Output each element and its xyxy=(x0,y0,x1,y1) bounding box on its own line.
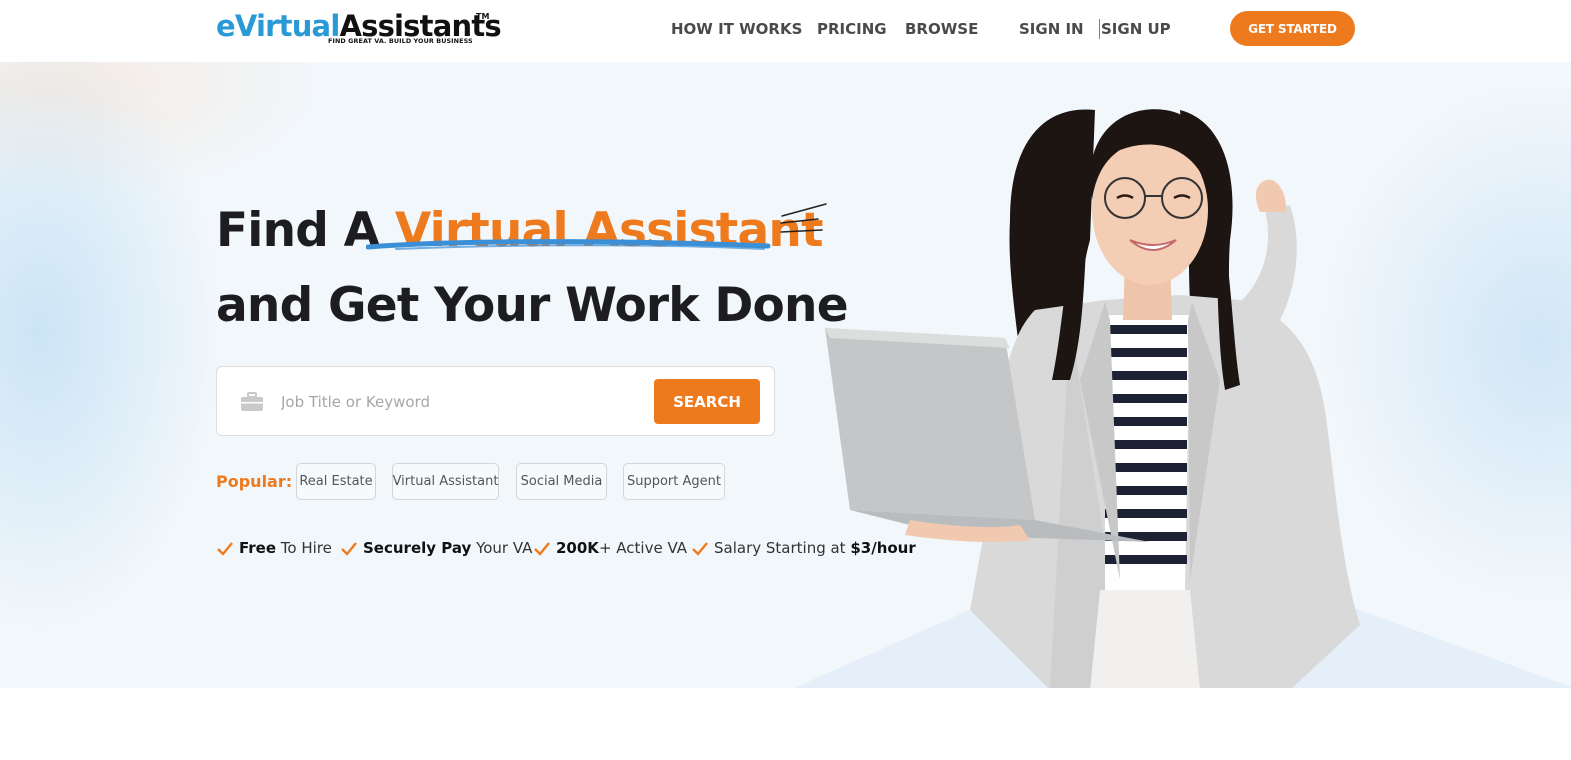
feature-free-to-hire: Free To Hire xyxy=(239,539,332,557)
search-button[interactable]: SEARCH xyxy=(654,379,760,424)
logo[interactable]: eVirtualAssistants TM FIND GREAT VA. BUI… xyxy=(216,8,502,48)
logo-tagline: FIND GREAT VA. BUILD YOUR BUSINESS xyxy=(328,37,473,45)
search-input[interactable] xyxy=(281,389,641,415)
popular-tag-real-estate[interactable]: Real Estate xyxy=(296,463,376,500)
nav-how-it-works[interactable]: HOW IT WORKS xyxy=(671,19,802,39)
hero-headline-line2: and Get Your Work Done xyxy=(216,278,849,333)
nav-sign-in[interactable]: SIGN IN xyxy=(1019,19,1084,39)
popular-label: Popular: xyxy=(216,472,293,491)
get-started-button[interactable]: GET STARTED xyxy=(1230,11,1355,46)
brush-underline-decoration xyxy=(366,239,771,250)
hero-woman-image xyxy=(825,109,1360,688)
briefcase-icon xyxy=(241,392,263,411)
popular-tag-social-media[interactable]: Social Media xyxy=(516,463,607,500)
check-icon xyxy=(217,542,233,556)
nav-pricing[interactable]: PRICING xyxy=(817,19,887,39)
feature-active-va: 200K+ Active VA xyxy=(556,539,688,557)
feature-securely-pay: Securely Pay Your VA xyxy=(363,539,533,557)
nav-browse[interactable]: BROWSE xyxy=(905,19,978,39)
hero-section: Find A Virtual Assistant and Get Your Wo… xyxy=(0,62,1571,688)
check-icon xyxy=(534,542,550,556)
site-header: eVirtualAssistants TM FIND GREAT VA. BUI… xyxy=(0,0,1571,62)
nav-sign-up[interactable]: SIGN UP xyxy=(1101,19,1171,39)
popular-tag-support-agent[interactable]: Support Agent xyxy=(623,463,725,500)
logo-trademark: TM xyxy=(476,12,490,21)
check-icon xyxy=(341,542,357,556)
search-bar: SEARCH xyxy=(216,366,775,436)
nav-divider xyxy=(1099,19,1100,39)
check-icon xyxy=(692,542,708,556)
popular-tag-virtual-assistant[interactable]: Virtual Assistant xyxy=(392,463,499,500)
page-bottom-area xyxy=(0,688,1571,760)
